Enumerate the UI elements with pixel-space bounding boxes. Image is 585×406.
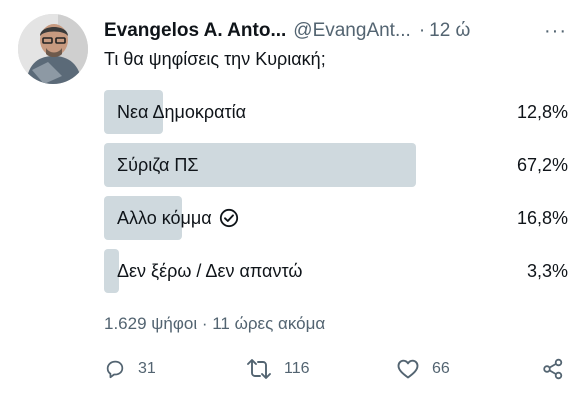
- reply-count: 31: [138, 360, 156, 377]
- poll-option-text: Αλλο κόμμα: [117, 207, 212, 228]
- poll-option-label: Σύριζα ΠΣ: [117, 143, 198, 187]
- voted-check-icon: [219, 208, 239, 228]
- tweet-text: Τι θα ψηφίσεις την Κυριακή;: [104, 49, 326, 69]
- avatar[interactable]: [18, 14, 88, 84]
- author-handle[interactable]: @EvangAnt...: [293, 20, 411, 42]
- poll-option-text: Δεν ξέρω / Δεν απαντώ: [117, 260, 303, 281]
- poll: Νεα Δημοκρατία 12,8% Σύριζα ΠΣ 67,2% Αλλ…: [104, 90, 568, 302]
- poll-option[interactable]: Νεα Δημοκρατία 12,8%: [104, 90, 568, 134]
- share-button[interactable]: [542, 352, 576, 386]
- retweet-icon: [247, 359, 271, 379]
- reply-icon: [106, 360, 124, 379]
- separator-dot: ·: [418, 20, 426, 41]
- tweet-time[interactable]: 12 ώ: [429, 20, 470, 42]
- poll-option-percent: 67,2%: [516, 154, 568, 175]
- action-bar: 31 116 66: [104, 352, 566, 386]
- avatar-image: [18, 14, 88, 84]
- retweet-count: 116: [284, 360, 310, 377]
- poll-option-label: Αλλο κόμμα: [117, 196, 239, 240]
- reply-button[interactable]: 31: [104, 352, 156, 386]
- poll-option-label: Δεν ξέρω / Δεν απαντώ: [117, 249, 302, 293]
- share-icon: [543, 358, 563, 380]
- like-count: 66: [432, 360, 450, 377]
- retweet-button[interactable]: 116: [246, 352, 310, 386]
- poll-option[interactable]: Σύριζα ΠΣ 67,2%: [104, 143, 568, 187]
- poll-option-percent: 3,3%: [526, 260, 568, 281]
- poll-option-percent: 12,8%: [516, 101, 568, 122]
- poll-option-text: Σύριζα ΠΣ: [117, 154, 199, 175]
- tweet-header: Evangelos A. Anto... @EvangAnt... · 12 ώ…: [104, 18, 571, 44]
- poll-option-percent: 16,8%: [516, 207, 568, 228]
- heart-icon: [397, 359, 419, 379]
- author-name[interactable]: Evangelos A. Anto...: [104, 20, 286, 42]
- poll-option[interactable]: Δεν ξέρω / Δεν απαντώ 3,3%: [104, 249, 568, 293]
- more-options-button[interactable]: ···: [544, 18, 567, 44]
- poll-meta: 1.629 ψήφοι · 11 ώρες ακόμα: [104, 314, 326, 333]
- like-button[interactable]: 66: [396, 352, 450, 386]
- poll-option-label: Νεα Δημοκρατία: [117, 90, 246, 134]
- poll-option[interactable]: Αλλο κόμμα 16,8%: [104, 196, 568, 240]
- poll-option-text: Νεα Δημοκρατία: [117, 101, 247, 122]
